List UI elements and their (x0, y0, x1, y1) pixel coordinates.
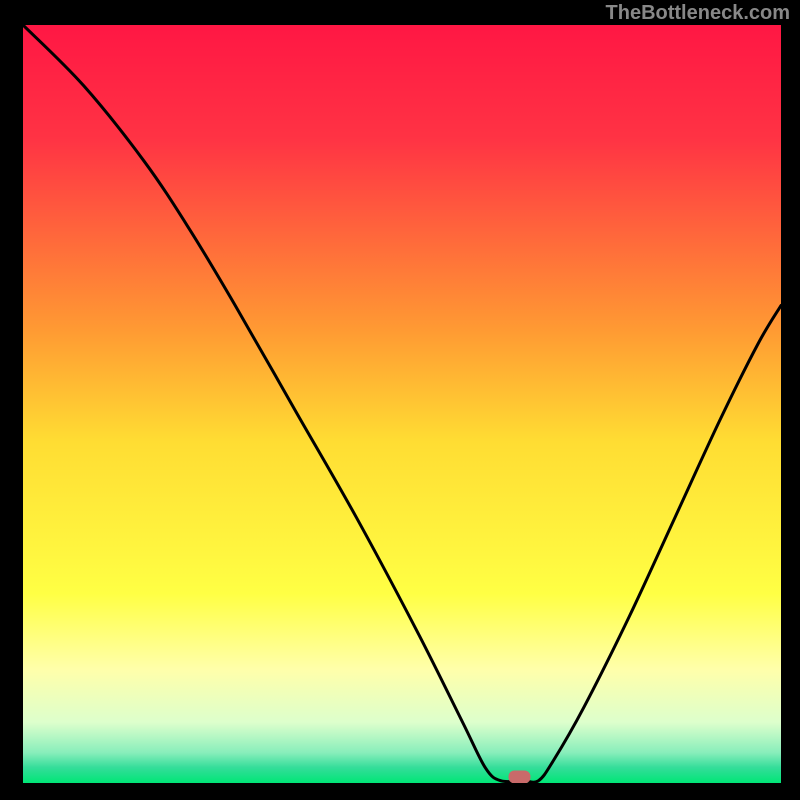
gradient-background (23, 25, 781, 783)
chart-frame: TheBottleneck.com (0, 0, 800, 800)
watermark-text: TheBottleneck.com (606, 2, 790, 25)
optimal-marker (508, 770, 530, 783)
bottleneck-chart (23, 25, 781, 783)
plot-area (23, 25, 781, 783)
